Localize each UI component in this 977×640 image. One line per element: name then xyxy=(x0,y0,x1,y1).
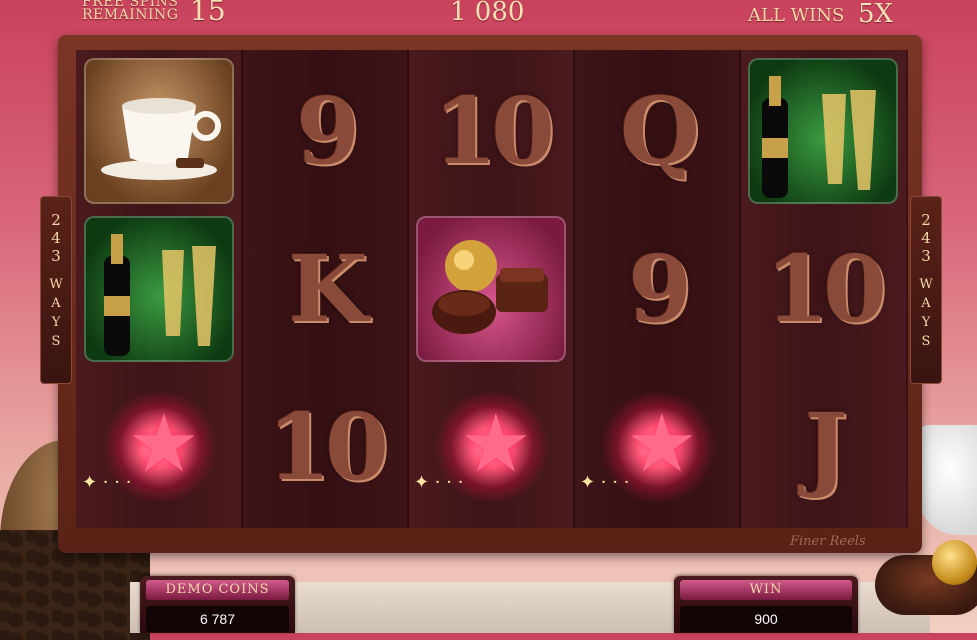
symbol-star-wild: ★ ✦ · · · xyxy=(574,368,740,526)
symbol-star-wild: ★ ✦ · · · xyxy=(76,368,242,526)
symbol-chocolates xyxy=(408,210,574,368)
symbol-star-wild: ★ ✦ · · · xyxy=(408,368,574,526)
coins-value: 6 787 xyxy=(146,606,289,632)
star-icon: ★ xyxy=(626,397,698,490)
brand-logo: Finer Reels xyxy=(790,534,866,549)
champagne-icon xyxy=(748,58,898,204)
multiplier-value: 5X xyxy=(858,0,894,29)
symbol-champagne xyxy=(76,210,242,368)
symbol-k: K ♛ xyxy=(242,210,517,368)
coins-panel: DEMO COINS 6 787 xyxy=(140,576,295,633)
sparkle-trail-icon: ✦ · · · xyxy=(414,472,464,493)
ways-indicator-left: 243 WAYS xyxy=(40,196,72,384)
symbol-10: 10 xyxy=(764,235,887,343)
symbol-coffee-cup xyxy=(76,52,242,210)
ways-indicator-right: 243 WAYS xyxy=(910,196,942,384)
coffee-cup-decor xyxy=(918,425,977,535)
symbol-j: J xyxy=(804,393,847,501)
win-value: 900 xyxy=(680,606,852,632)
free-spins-remaining-value: 15 xyxy=(190,0,226,27)
symbol-champagne xyxy=(740,52,906,210)
reels-area[interactable]: ★ ✦ · · · 9 K ♛ 10 10 ★ xyxy=(76,50,908,528)
win-label: WIN xyxy=(680,580,852,600)
sparkle-trail-icon: ✦ · · · xyxy=(82,472,132,493)
free-spins-label: FREE SPINS REMAINING xyxy=(82,0,179,23)
multiplier-label: ALL WINS xyxy=(748,5,845,26)
symbol-10: 10 xyxy=(266,393,389,501)
symbol-10: 10 xyxy=(432,77,555,185)
symbol-9: 9 xyxy=(627,235,692,343)
symbol-q: Q xyxy=(619,77,700,185)
chocolates-icon xyxy=(416,216,566,362)
gold-truffle-decor xyxy=(932,540,977,585)
total-win-value: 1 080 xyxy=(450,0,525,27)
symbol-9: 9 xyxy=(295,77,360,185)
sparkle-trail-icon: ✦ · · · xyxy=(580,472,630,493)
star-icon: ★ xyxy=(460,397,532,490)
coins-label: DEMO COINS xyxy=(146,580,289,600)
coffee-cup-icon xyxy=(84,58,234,204)
top-info-bar: FREE SPINS REMAINING 15 1 080 ALL WINS 5… xyxy=(0,0,977,34)
win-panel: WIN 900 xyxy=(674,576,858,633)
champagne-icon xyxy=(84,216,234,362)
star-icon: ★ xyxy=(128,397,200,490)
